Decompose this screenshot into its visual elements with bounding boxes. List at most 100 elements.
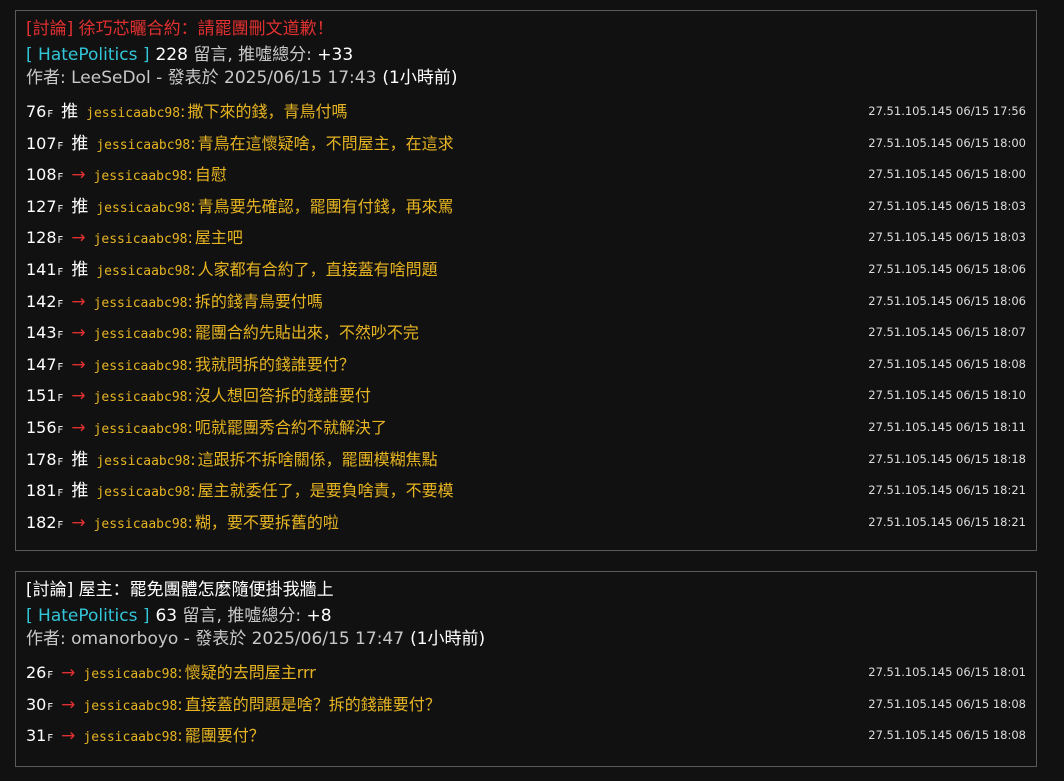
comment-user[interactable]: jessicaabc98	[83, 699, 177, 714]
board-link[interactable]: [ HatePolitics ]	[26, 606, 149, 626]
floor-number: 127F	[26, 191, 63, 226]
comment-text: 呃就罷團秀合約不就解決了	[194, 417, 387, 437]
arrow-tag: →	[71, 291, 86, 312]
comment-user[interactable]: jessicaabc98	[96, 138, 190, 153]
floor-suffix: F	[47, 701, 54, 713]
arrow-tag: →	[71, 165, 86, 186]
floor-value: 142	[26, 291, 57, 311]
comment-text: 屋主吧	[194, 228, 243, 248]
score-value: +33	[317, 45, 354, 65]
floor-suffix: F	[47, 109, 54, 120]
floor-suffix: F	[57, 393, 64, 405]
comment-user[interactable]: jessicaabc98	[94, 169, 188, 184]
floor-number: 30F	[26, 689, 53, 724]
arrow-tag: →	[71, 386, 86, 407]
comment-user[interactable]: jessicaabc98	[83, 730, 177, 745]
comment-text: 自慰	[194, 165, 227, 185]
comment-text: 屋主就委任了，是要負啥責，不要模	[197, 481, 454, 501]
comment-text: 人家都有合約了，直接蓋有啥問題	[197, 259, 438, 279]
colon: :	[177, 726, 183, 745]
comment-row: 181F 推 jessicaabc98: 屋主就委任了，是要負啥責，不要模 27.51.…	[26, 475, 1026, 507]
floor-value: 31	[26, 726, 47, 745]
floor-suffix: F	[57, 203, 64, 215]
author-line: 作者: LeeSeDol - 發表於 2025/06/15 17:43 (1小時前…	[26, 68, 1026, 88]
comment-user[interactable]: jessicaabc98	[94, 232, 188, 247]
comment-ip-date: 27.51.105.145 06/15 18:00	[868, 135, 1026, 150]
floor-number: 107F	[26, 128, 63, 163]
colon: :	[190, 133, 196, 153]
push-tag: 推	[71, 196, 89, 217]
comment-user[interactable]: jessicaabc98	[96, 264, 190, 279]
floor-value: 127	[26, 196, 57, 216]
floor-value: 26	[26, 663, 47, 682]
floor-number: 143F	[26, 317, 63, 352]
comment-user[interactable]: jessicaabc98	[94, 517, 188, 532]
colon: :	[187, 228, 193, 248]
comment-text: 罷團要付？	[184, 726, 265, 745]
comment-user[interactable]: jessicaabc98	[94, 359, 188, 374]
post-meta: [ HatePolitics ] 63 留言, 推噓總分: +8	[26, 606, 1026, 626]
comment-user[interactable]: jessicaabc98	[94, 390, 188, 405]
board-link[interactable]: [ HatePolitics ]	[26, 45, 149, 65]
comment-ip-date: 27.51.105.145 06/15 17:56	[868, 104, 1026, 118]
floor-value: 178	[26, 449, 57, 469]
comment-user[interactable]: jessicaabc98	[94, 296, 188, 311]
colon: :	[187, 165, 193, 185]
floor-value: 128	[26, 228, 57, 248]
floor-value: 147	[26, 354, 57, 374]
floor-suffix: F	[57, 266, 64, 278]
floor-number: 141F	[26, 254, 63, 289]
floor-number: 156F	[26, 412, 63, 447]
comment-user[interactable]: jessicaabc98	[94, 422, 188, 437]
floor-suffix: F	[57, 361, 64, 373]
comment-row: 26F → jessicaabc98: 懷疑的去問屋主rrr 27.51.105.145…	[26, 657, 1026, 689]
comment-text: 我就問拆的錢誰要付？	[194, 354, 355, 374]
colon: :	[177, 663, 183, 682]
author-line: 作者: omanorboyo - 發表於 2025/06/15 17:47 (1小…	[26, 629, 1026, 649]
push-tag: 推	[71, 259, 89, 280]
arrow-tag: →	[71, 354, 86, 375]
comment-text: 糊，要不要拆舊的啦	[194, 512, 339, 532]
colon: :	[190, 259, 196, 279]
colon: :	[187, 354, 193, 374]
floor-suffix: F	[57, 456, 64, 468]
comment-user[interactable]: jessicaabc98	[86, 106, 180, 121]
post-card: [討論] 徐巧芯曬合約：請罷團刪文道歉！ [ HatePolitics ] 228…	[15, 10, 1037, 551]
comment-row: 30F → jessicaabc98: 直接蓋的問題是啥？拆的錢誰要付？ 27.51.1…	[26, 689, 1026, 721]
floor-suffix: F	[57, 488, 64, 500]
comment-text: 懷疑的去問屋主rrr	[184, 663, 316, 682]
floor-value: 107	[26, 133, 57, 153]
floor-suffix: F	[47, 670, 54, 681]
comment-user[interactable]: jessicaabc98	[83, 667, 177, 682]
comment-user[interactable]: jessicaabc98	[96, 201, 190, 216]
score-value: +8	[306, 606, 332, 626]
comment-user[interactable]: jessicaabc98	[96, 485, 190, 500]
comment-ip-date: 27.51.105.145 06/15 18:18	[868, 451, 1026, 466]
floor-suffix: F	[57, 235, 64, 247]
comment-row: 128F → jessicaabc98: 屋主吧 27.51.105.145 06/15…	[26, 222, 1026, 254]
comment-text: 直接蓋的問題是啥？拆的錢誰要付？	[184, 694, 441, 714]
comment-text: 這跟拆不拆啥關係，罷團模糊焦點	[197, 449, 438, 469]
comment-ip-date: 27.51.105.145 06/15 18:21	[868, 483, 1026, 498]
comment-ip-date: 27.51.105.145 06/15 18:00	[868, 167, 1026, 182]
floor-suffix: F	[57, 172, 64, 184]
floor-number: 182F	[26, 507, 63, 542]
post-title[interactable]: [討論] 屋主：罷免團體怎麼隨便掛我牆上	[26, 580, 1026, 600]
colon: :	[187, 291, 193, 311]
comment-ip-date: 27.51.105.145 06/15 18:06	[868, 261, 1026, 276]
floor-suffix: F	[57, 140, 64, 152]
comment-text: 青鳥要先確認，罷團有付錢，再來罵	[197, 196, 454, 216]
comment-user[interactable]: jessicaabc98	[94, 327, 188, 342]
post-title[interactable]: [討論] 徐巧芯曬合約：請罷團刪文道歉！	[26, 19, 1026, 39]
floor-number: 151F	[26, 380, 63, 415]
comment-ip-date: 27.51.105.145 06/15 18:03	[868, 230, 1026, 245]
score-label: 留言, 推噓總分:	[177, 606, 307, 626]
comment-user[interactable]: jessicaabc98	[96, 454, 190, 469]
comment-row: 142F → jessicaabc98: 拆的錢青鳥要付嗎 27.51.105.145 …	[26, 286, 1026, 318]
floor-suffix: F	[57, 424, 64, 436]
comment-row: 31F → jessicaabc98: 罷團要付？ 27.51.105.145 06/1…	[26, 720, 1026, 752]
arrow-tag: →	[71, 228, 86, 249]
author-info: 作者: omanorboyo - 發表於 2025/06/15 17:47	[26, 629, 405, 649]
comment-ip-date: 27.51.105.145 06/15 18:08	[868, 696, 1026, 711]
comment-ip-date: 27.51.105.145 06/15 18:08	[868, 728, 1026, 742]
